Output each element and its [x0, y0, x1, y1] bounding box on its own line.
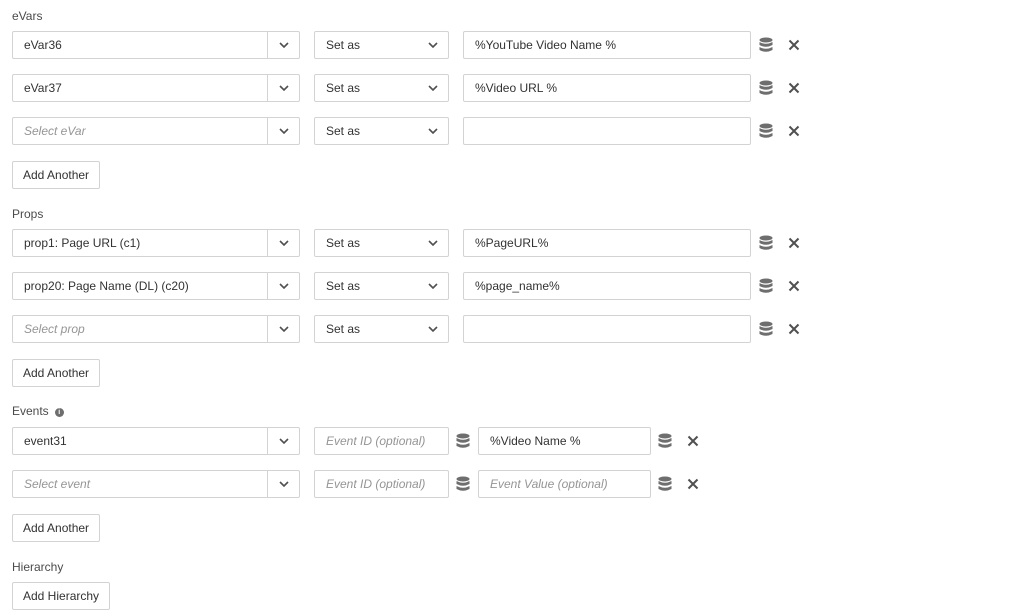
evar-mode-select[interactable]: Set as [314, 74, 449, 102]
database-icon[interactable] [758, 321, 774, 337]
close-icon[interactable] [786, 321, 802, 337]
add-prop-button[interactable]: Add Another [12, 359, 101, 387]
database-icon[interactable] [758, 80, 774, 96]
prop-mode-select[interactable]: Set as [314, 315, 449, 343]
chevron-down-icon[interactable] [267, 273, 299, 299]
chevron-down-icon[interactable] [267, 32, 299, 58]
evar-mode-select[interactable]: Set as [314, 117, 449, 145]
chevron-down-icon[interactable] [267, 118, 299, 144]
event-combobox-placeholder[interactable]: Select event [13, 471, 267, 497]
prop-value-input[interactable]: %PageURL% [463, 229, 751, 257]
prop-combobox-value[interactable]: prop20: Page Name (DL) (c20) [13, 273, 267, 299]
chevron-down-icon [428, 85, 438, 91]
evar-mode-value: Set as [326, 124, 361, 138]
add-evar-button[interactable]: Add Another [12, 161, 101, 189]
close-icon[interactable] [786, 123, 802, 139]
props-section-label: Props [12, 207, 44, 221]
prop-value-input[interactable]: %page_name% [463, 272, 751, 300]
close-icon[interactable] [786, 278, 802, 294]
database-icon[interactable] [758, 37, 774, 53]
chevron-down-icon[interactable] [267, 471, 299, 497]
close-icon[interactable] [685, 476, 701, 492]
prop-mode-select[interactable]: Set as [314, 272, 449, 300]
event-id-input[interactable]: Event ID (optional) [314, 427, 449, 455]
database-icon[interactable] [758, 278, 774, 294]
event-combobox-value[interactable]: event31 [13, 428, 267, 454]
chevron-down-icon [428, 240, 438, 246]
database-icon[interactable] [455, 433, 471, 449]
chevron-down-icon [428, 128, 438, 134]
prop-mode-value: Set as [326, 279, 361, 293]
add-event-button[interactable]: Add Another [12, 514, 101, 542]
event-combobox[interactable]: event31 [12, 427, 300, 455]
add-hierarchy-button[interactable]: Add Hierarchy [12, 582, 111, 610]
evar-value-input[interactable]: %Video URL % [463, 74, 751, 102]
evar-combobox-value[interactable]: eVar37 [13, 75, 267, 101]
evar-combobox-value[interactable]: eVar36 [13, 32, 267, 58]
prop-combobox-value[interactable]: prop1: Page URL (c1) [13, 230, 267, 256]
chevron-down-icon [428, 283, 438, 289]
prop-combobox-placeholder[interactable]: Select prop [13, 316, 267, 342]
chevron-down-icon[interactable] [267, 316, 299, 342]
prop-combobox[interactable]: Select prop [12, 315, 300, 343]
database-icon[interactable] [657, 476, 673, 492]
database-icon[interactable] [455, 476, 471, 492]
evar-mode-value: Set as [326, 38, 361, 52]
chevron-down-icon[interactable] [267, 428, 299, 454]
close-icon[interactable] [786, 235, 802, 251]
events-section-title: Events [12, 404, 49, 418]
evars-section-label: eVars [12, 9, 43, 23]
close-icon[interactable] [685, 433, 701, 449]
evar-value-input[interactable]: %YouTube Video Name % [463, 31, 751, 59]
database-icon[interactable] [758, 235, 774, 251]
database-icon[interactable] [758, 123, 774, 139]
prop-mode-select[interactable]: Set as [314, 229, 449, 257]
evar-value-input[interactable] [463, 117, 751, 145]
evar-combobox-placeholder[interactable]: Select eVar [13, 118, 267, 144]
chevron-down-icon [428, 42, 438, 48]
close-icon[interactable] [786, 37, 802, 53]
prop-mode-value: Set as [326, 236, 361, 250]
chevron-down-icon [428, 326, 438, 332]
evar-combobox[interactable]: eVar37 [12, 74, 300, 102]
info-icon[interactable]: i [54, 408, 64, 417]
database-icon[interactable] [657, 433, 673, 449]
chevron-down-icon[interactable] [267, 75, 299, 101]
prop-value-input[interactable] [463, 315, 751, 343]
event-value-input[interactable]: %Video Name % [478, 427, 651, 455]
chevron-down-icon[interactable] [267, 230, 299, 256]
prop-mode-value: Set as [326, 322, 361, 336]
event-value-input[interactable]: Event Value (optional) [478, 470, 651, 498]
event-id-input[interactable]: Event ID (optional) [314, 470, 449, 498]
event-combobox[interactable]: Select event [12, 470, 300, 498]
evar-mode-select[interactable]: Set as [314, 31, 449, 59]
evar-mode-value: Set as [326, 81, 361, 95]
prop-combobox[interactable]: prop20: Page Name (DL) (c20) [12, 272, 300, 300]
events-section-label: Events i [12, 404, 64, 418]
hierarchy-section-label: Hierarchy [12, 560, 64, 574]
evar-combobox[interactable]: Select eVar [12, 117, 300, 145]
evar-combobox[interactable]: eVar36 [12, 31, 300, 59]
prop-combobox[interactable]: prop1: Page URL (c1) [12, 229, 300, 257]
close-icon[interactable] [786, 80, 802, 96]
